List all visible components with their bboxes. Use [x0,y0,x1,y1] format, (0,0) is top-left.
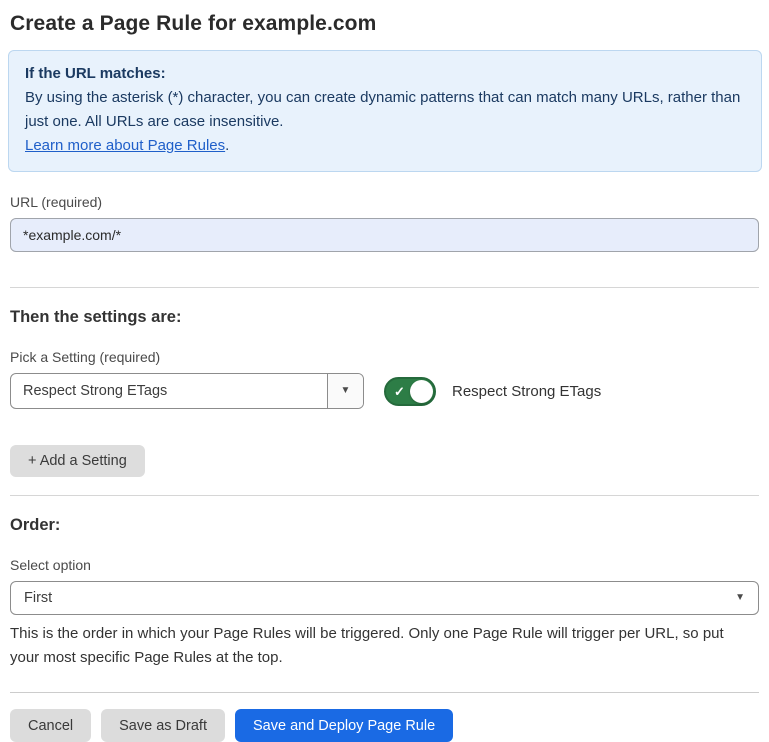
info-box-heading: If the URL matches: [25,62,745,86]
add-setting-button[interactable]: + Add a Setting [10,445,145,477]
etags-toggle-label: Respect Strong ETags [452,383,601,400]
page-rule-form: Create a Page Rule for example.com If th… [0,0,769,742]
toggle-knob [410,380,433,403]
setting-row: Respect Strong ETags ▼ ✓ Respect Strong … [10,373,759,409]
order-select-value: First [24,590,52,606]
section-divider-2 [10,495,759,496]
order-help-text: This is the order in which your Page Rul… [10,622,755,670]
save-draft-button[interactable]: Save as Draft [101,709,225,742]
settings-section-heading: Then the settings are: [10,308,759,327]
order-select-label: Select option [10,557,759,573]
cancel-button[interactable]: Cancel [10,709,91,742]
section-divider-1 [10,287,759,288]
link-suffix: . [225,137,229,154]
order-section-heading: Order: [10,516,759,535]
setting-select-arrow-segment[interactable]: ▼ [327,374,363,408]
url-match-info-box: If the URL matches: By using the asteris… [8,50,762,172]
check-icon: ✓ [394,384,405,400]
learn-more-link[interactable]: Learn more about Page Rules [25,137,225,154]
info-box-body: By using the asterisk (*) character, you… [25,86,745,134]
page-title: Create a Page Rule for example.com [10,12,759,36]
order-select[interactable]: First ▼ [10,581,759,615]
setting-select[interactable]: Respect Strong ETags ▼ [10,373,364,409]
url-field-label: URL (required) [10,194,759,210]
pick-setting-label: Pick a Setting (required) [10,349,759,365]
footer-divider [10,692,759,693]
url-input[interactable] [10,218,759,252]
info-box-link-line: Learn more about Page Rules. [25,134,745,158]
save-deploy-button[interactable]: Save and Deploy Page Rule [235,709,453,742]
setting-select-value: Respect Strong ETags [11,374,327,408]
etags-toggle-group: ✓ Respect Strong ETags [384,377,601,406]
chevron-down-icon: ▼ [341,386,351,396]
footer-buttons: Cancel Save as Draft Save and Deploy Pag… [10,709,759,742]
chevron-down-icon: ▼ [735,593,745,603]
etags-toggle-switch[interactable]: ✓ [384,377,436,406]
